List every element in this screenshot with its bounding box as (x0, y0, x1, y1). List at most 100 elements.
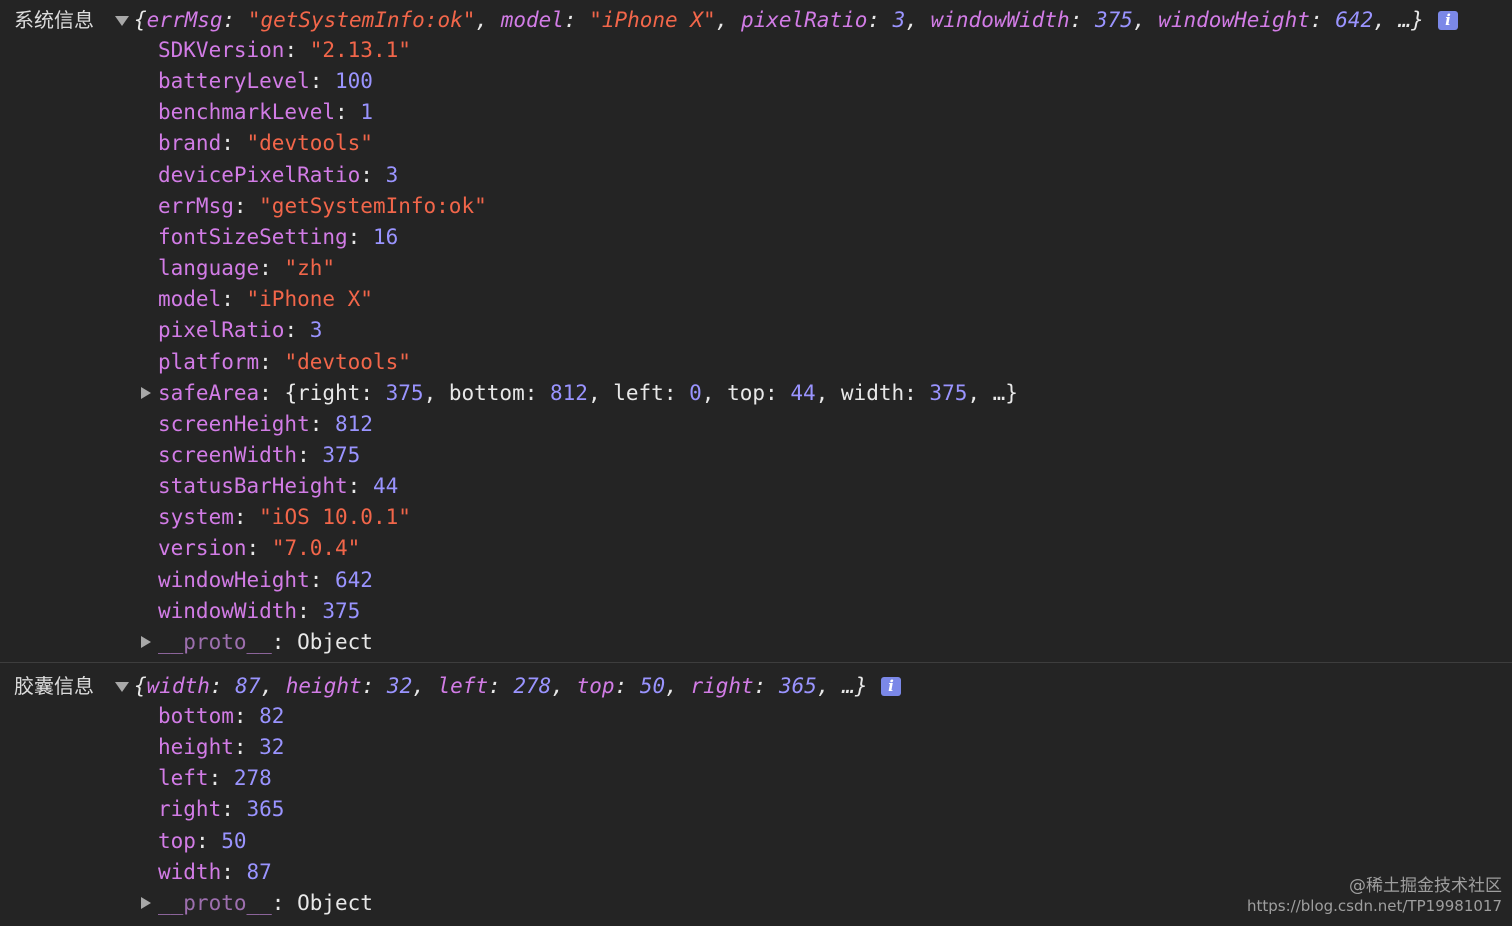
property-key: width (158, 859, 222, 884)
summary-token: 642 (1335, 8, 1374, 32)
summary-token: : (209, 674, 236, 698)
property-key: statusBarHeight (158, 474, 348, 499)
property-colon: : (233, 735, 260, 760)
summary-token: : (563, 8, 590, 32)
property-colon: : (347, 474, 373, 499)
property-row: language: "zh" (158, 253, 335, 284)
preview-token: 44 (790, 380, 816, 405)
expand-triangle-icon[interactable] (141, 897, 151, 910)
preview-token: { (284, 380, 298, 405)
summary-token: 32 (386, 674, 413, 698)
property-value: 50 (221, 828, 247, 853)
summary-token: { (134, 674, 147, 698)
object-summary[interactable]: {errMsg: "getSystemInfo:ok", model: "iPh… (134, 5, 1424, 36)
property-value: "zh" (284, 256, 336, 281)
property-key: pixelRatio (158, 318, 285, 343)
property-row: screenHeight: 812 (158, 409, 373, 440)
expand-triangle-icon[interactable] (141, 636, 151, 649)
summary-token: left (437, 674, 489, 698)
preview-token: : (360, 380, 386, 405)
summary-token: 278 (513, 674, 552, 698)
summary-token: , …} (1373, 8, 1424, 32)
preview-token: , …} (967, 380, 1018, 405)
expand-triangle-icon[interactable] (141, 387, 151, 400)
property-row: batteryLevel: 100 (158, 66, 373, 97)
summary-token: 3 (892, 8, 906, 32)
property-key: screenWidth (158, 442, 298, 467)
property-row: statusBarHeight: 44 (158, 471, 398, 502)
info-icon[interactable]: i (1438, 11, 1458, 30)
summary-token: errMsg (146, 8, 223, 32)
property-row: windowHeight: 642 (158, 565, 373, 596)
property-colon: : (259, 349, 285, 374)
preview-token: bottom (448, 380, 525, 405)
property-row: right: 365 (158, 794, 284, 825)
summary-token: 375 (1095, 8, 1133, 32)
summary-token: , (551, 674, 577, 698)
property-row: pixelRatio: 3 (158, 315, 322, 346)
summary-token: , …} (816, 674, 868, 698)
summary-token: , (475, 8, 501, 32)
summary-token: , (412, 674, 438, 698)
preview-token: , (423, 380, 449, 405)
property-key: __proto__ (158, 629, 272, 654)
info-icon[interactable]: i (881, 677, 901, 696)
property-row[interactable]: safeArea: {right: 375, bottom: 812, left… (158, 378, 1018, 409)
property-value: 812 (335, 411, 373, 436)
preview-token: right (297, 380, 361, 405)
preview-token: , (587, 380, 614, 405)
property-row: windowWidth: 375 (158, 596, 360, 627)
property-row[interactable]: __proto__: Object (158, 888, 373, 919)
summary-token: top (576, 674, 615, 698)
property-value: 375 (322, 442, 361, 467)
property-key: model (158, 287, 222, 312)
collapse-triangle-icon[interactable] (115, 16, 129, 26)
preview-token: 0 (689, 380, 702, 405)
property-key: version (158, 536, 247, 561)
property-key: platform (158, 349, 260, 374)
property-colon: : (360, 162, 386, 187)
watermark: @稀土掘金技术社区 https://blog.csdn.net/TP199810… (1247, 876, 1502, 916)
property-colon: : (284, 38, 310, 62)
summary-token: 87 (235, 674, 261, 698)
log-label: 系统信息 (14, 8, 94, 32)
property-value: 3 (385, 162, 399, 187)
property-value: 3 (309, 318, 323, 343)
summary-token: pixelRatio (740, 8, 868, 32)
summary-token: : (867, 8, 893, 32)
property-key: batteryLevel (158, 69, 310, 94)
property-key: devicePixelRatio (158, 162, 361, 187)
summary-token: : (488, 674, 514, 698)
summary-token: 365 (778, 674, 817, 698)
collapse-triangle-icon[interactable] (115, 682, 129, 692)
property-colon: : (221, 859, 247, 884)
preview-token: 375 (929, 380, 968, 405)
property-row[interactable]: __proto__: Object (158, 627, 373, 658)
object-summary[interactable]: {width: 87, height: 32, left: 278, top: … (134, 671, 867, 702)
property-key: height (158, 735, 234, 760)
summary-token: width (146, 674, 210, 698)
property-value: 32 (259, 735, 285, 760)
preview-token: : (663, 380, 690, 405)
preview-token: top (727, 380, 766, 405)
property-key: fontSizeSetting (158, 224, 348, 249)
property-key: windowWidth (158, 598, 298, 623)
property-colon: : (297, 598, 323, 623)
summary-token: : (614, 674, 640, 698)
property-value: 82 (259, 704, 285, 728)
property-colon: : (221, 287, 247, 312)
property-value: "devtools" (284, 349, 411, 374)
property-value: "iPhone X" (246, 287, 373, 312)
property-colon: : (259, 256, 285, 281)
preview-token: , (815, 380, 841, 405)
property-colon: : (271, 629, 298, 654)
property-colon: : (221, 797, 247, 822)
summary-token: , (665, 674, 691, 698)
property-value: "iOS 10.0.1" (259, 505, 411, 530)
preview-token: : (765, 380, 791, 405)
property-value: 16 (372, 224, 399, 249)
property-row: platform: "devtools" (158, 347, 411, 378)
property-value: "2.13.1" (309, 38, 411, 62)
property-colon: : (309, 567, 336, 592)
property-colon: : (233, 704, 260, 728)
